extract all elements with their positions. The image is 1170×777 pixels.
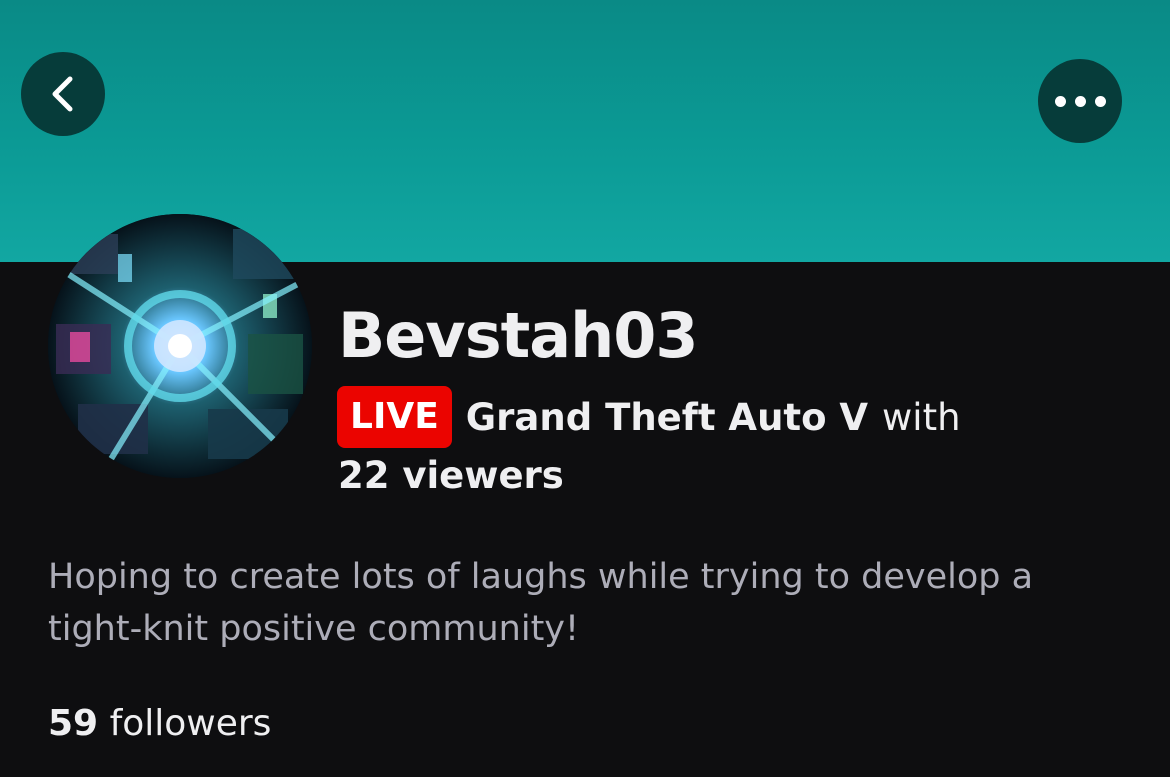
channel-bio: Hoping to create lots of laughs while tr… xyxy=(48,557,1034,649)
followers-label: followers xyxy=(109,703,272,744)
avatar-image xyxy=(48,214,312,478)
followers-count: 59 followers xyxy=(48,698,271,750)
game-link[interactable]: Grand Theft Auto V xyxy=(466,396,868,439)
channel-avatar[interactable] xyxy=(48,214,312,478)
followers-number: 59 xyxy=(48,703,99,744)
viewer-count: 22 viewers xyxy=(338,454,564,497)
live-badge: LIVE xyxy=(337,386,452,448)
back-button[interactable] xyxy=(21,52,105,136)
channel-profile-screen: Bevstah03 LIVE Grand Theft Auto V with 2… xyxy=(0,0,1170,777)
more-horizontal-icon xyxy=(1054,95,1106,107)
with-text: with xyxy=(882,395,961,439)
chevron-left-icon xyxy=(52,76,73,112)
channel-username: Bevstah03 xyxy=(338,299,699,372)
live-status-row: LIVE Grand Theft Auto V with xyxy=(337,386,961,448)
more-options-button[interactable] xyxy=(1038,59,1122,143)
